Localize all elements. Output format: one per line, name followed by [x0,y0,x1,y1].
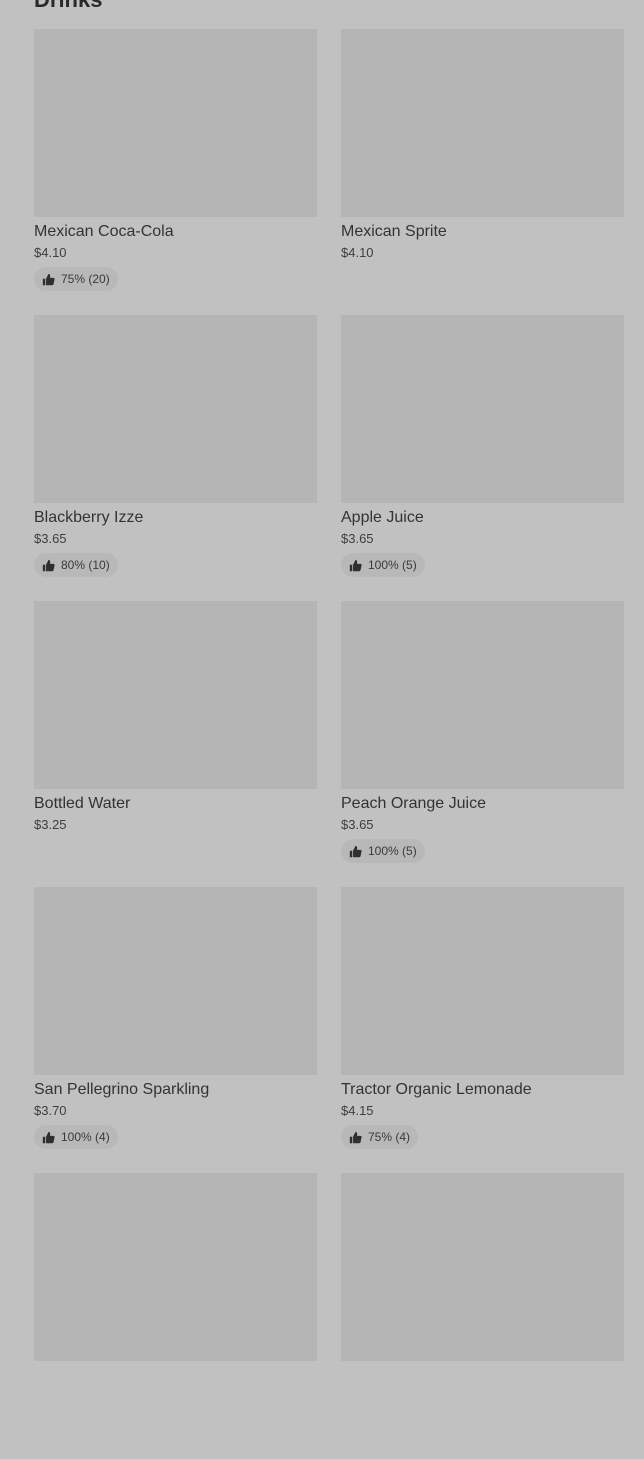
item-price: $3.25 [34,817,67,832]
item-image-placeholder [34,887,317,1075]
item-image-placeholder [341,29,624,217]
item-image-placeholder [34,1173,317,1361]
rating-text: 80% (10) [61,558,110,572]
item-image-placeholder [341,887,624,1075]
item-name: Apple Juice [341,509,424,526]
item-name: Mexican Sprite [341,223,447,240]
rating-badge: 75% (4) [341,1125,419,1149]
menu-item-card[interactable]: Blackberry Izze $3.65 80% (10) [34,315,317,601]
menu-item-card[interactable]: Peach Orange Juice $3.65 100% (5) [341,601,624,887]
menu-item-card[interactable]: San Pellegrino Sparkling $3.70 100% (4) [34,887,317,1173]
item-image-placeholder [341,601,624,789]
thumbs-up-icon [42,273,55,286]
thumbs-up-icon [349,1131,362,1144]
rating-text: 100% (4) [61,1130,110,1144]
rating-badge: 100% (4) [34,1125,118,1149]
rating-badge: 100% (5) [341,553,425,577]
item-price: $4.10 [341,245,374,260]
menu-item-card[interactable]: Mexican Sprite $4.10 [341,29,624,315]
item-name: Tractor Organic Lemonade [341,1081,532,1098]
menu-item-card[interactable]: Apple Juice $3.65 100% (5) [341,315,624,601]
item-image-placeholder [341,1173,624,1361]
item-price: $3.65 [34,531,67,546]
item-image-placeholder [34,601,317,789]
thumbs-up-icon [42,1131,55,1144]
menu-item-card[interactable]: Mexican Coca-Cola $4.10 75% (20) [34,29,317,315]
item-image-placeholder [341,315,624,503]
rating-text: 100% (5) [368,558,417,572]
item-price: $3.70 [34,1103,67,1118]
item-price: $4.15 [341,1103,374,1118]
item-image-placeholder [34,29,317,217]
item-name: Peach Orange Juice [341,795,486,812]
rating-text: 75% (4) [368,1130,411,1144]
thumbs-up-icon [349,559,362,572]
thumbs-up-icon [349,845,362,858]
item-price: $4.10 [34,245,67,260]
thumbs-up-icon [42,559,55,572]
section-title: Drinks [34,0,102,14]
menu-item-card[interactable] [341,1173,624,1459]
menu-item-card[interactable] [34,1173,317,1459]
item-name: Bottled Water [34,795,131,812]
rating-badge: 100% (5) [341,839,425,863]
rating-text: 75% (20) [61,272,110,286]
item-name: Blackberry Izze [34,509,144,526]
item-name: Mexican Coca-Cola [34,223,174,240]
item-price: $3.65 [341,531,374,546]
menu-item-grid: Mexican Coca-Cola $4.10 75% (20) Mexican… [34,29,624,1459]
item-price: $3.65 [341,817,374,832]
menu-item-card[interactable]: Bottled Water $3.25 [34,601,317,887]
item-image-placeholder [34,315,317,503]
item-name: San Pellegrino Sparkling [34,1081,210,1098]
menu-item-card[interactable]: Tractor Organic Lemonade $4.15 75% (4) [341,887,624,1173]
rating-text: 100% (5) [368,844,417,858]
rating-badge: 75% (20) [34,267,118,291]
rating-badge: 80% (10) [34,553,118,577]
